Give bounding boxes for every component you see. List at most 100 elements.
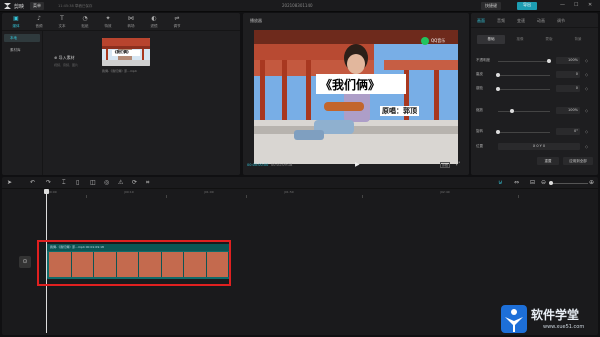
play-icon[interactable]: ▶ (355, 161, 360, 168)
subtab-mask[interactable]: 蒙版 (535, 35, 563, 44)
scale-value[interactable]: 100% (556, 107, 580, 114)
keyframe-icon[interactable]: ◇ (585, 72, 588, 77)
shortcut-button[interactable]: 快捷键 (481, 2, 501, 10)
smooth-value[interactable]: 0 (556, 71, 580, 78)
player-panel: 播放器 《我们俩》 原唱：郭顶 QQ音乐 00:00:00:00 00:01:0… (243, 13, 469, 175)
apply-all-button[interactable]: 应用到全部 (563, 157, 593, 165)
fullscreen-icon[interactable]: ⤢ (456, 161, 460, 167)
redo-icon[interactable]: ↷ (46, 179, 51, 186)
link-icon[interactable]: ⇔ (514, 179, 519, 186)
tool-sticker[interactable]: ◔ 贴纸 (75, 15, 95, 29)
sidenav-item-local[interactable]: 本地 (4, 34, 40, 42)
tab-adjust[interactable]: 调节 (557, 18, 565, 24)
player-title: 播放器 (250, 18, 262, 23)
tab-picture[interactable]: 画面 (477, 18, 485, 24)
subtab-chroma[interactable]: 抠像 (506, 35, 534, 44)
tool-label: 滤镜 (150, 24, 158, 28)
split-icon[interactable]: ⌶ (62, 179, 66, 187)
keyframe-icon[interactable]: ◇ (585, 108, 588, 113)
mirror-icon[interactable]: ⚠ (118, 179, 123, 186)
position-value[interactable]: X 0 Y 0 (498, 143, 580, 150)
slim-value[interactable]: 0 (556, 85, 580, 92)
zoom-knob[interactable] (549, 181, 553, 185)
audio-icon: ♪ (37, 15, 41, 22)
import-button[interactable]: ⊕ 导入素材 (54, 55, 92, 61)
scale-label: 缩放 (476, 108, 483, 112)
preview-axis-icon[interactable]: ⊟ (530, 179, 535, 186)
zoom-slider[interactable] (550, 183, 588, 184)
media-thumbnail[interactable]: 《我们俩》 (102, 38, 150, 66)
autosave-status: 11:45:38 草稿已保存 (58, 4, 93, 8)
freeze-icon[interactable]: ◫ (90, 179, 96, 186)
zoom-in-icon[interactable]: ⊕ (589, 179, 594, 186)
slim-slider[interactable] (498, 89, 550, 90)
opacity-label: 不透明度 (476, 58, 490, 62)
tab-animation[interactable]: 动画 (537, 18, 545, 24)
slider-knob[interactable] (547, 59, 551, 63)
close-icon[interactable]: ✕ (588, 2, 592, 8)
keyframe-icon[interactable]: ◇ (585, 129, 588, 134)
select-icon[interactable]: ➤ (7, 179, 12, 186)
tool-effects[interactable]: ✦ 特效 (98, 15, 118, 29)
rotate-slider[interactable] (498, 132, 550, 133)
media-filename: 我俩-《我们俩》原...mp4 (102, 69, 137, 73)
zoom-out-icon[interactable]: ⊖ (541, 179, 546, 186)
slider-knob[interactable] (496, 130, 500, 134)
delete-icon[interactable]: ▯ (76, 179, 79, 186)
import-label: 导入素材 (58, 55, 75, 60)
rotate-value[interactable]: 0° (556, 128, 580, 135)
smooth-slider[interactable] (498, 75, 550, 76)
tab-audio[interactable]: 音频 (497, 18, 505, 24)
ruler-tick (86, 195, 87, 198)
cover-icon[interactable]: ⊙ (19, 256, 31, 268)
import-hint: 视频、音频、图片 (54, 63, 79, 67)
smooth-label: 磨皮 (476, 72, 483, 76)
ratio-button[interactable]: 原始 (440, 162, 451, 168)
video-preview[interactable]: 《我们俩》 原唱：郭顶 QQ音乐 (254, 30, 458, 164)
effects-icon: ✦ (105, 15, 111, 22)
tool-text[interactable]: T 文本 (52, 15, 72, 29)
slider-knob[interactable] (510, 109, 514, 113)
reverse-icon[interactable]: ◎ (104, 179, 109, 186)
slider-knob[interactable] (496, 87, 500, 91)
scale-row: 缩放 100% ◇ (476, 107, 593, 115)
subtab-background[interactable]: 背景 (564, 35, 592, 44)
export-button[interactable]: 导出 (517, 2, 537, 10)
title-bar: 剪映 菜单 11:45:38 草稿已保存 202108301140 快捷键 导出… (0, 0, 600, 12)
tool-audio[interactable]: ♪ 音频 (29, 15, 49, 29)
sidenav-item-library[interactable]: 素材库 (4, 46, 40, 54)
import-area[interactable]: ⊕ 导入素材 视频、音频、图片 (54, 55, 92, 67)
tab-speed[interactable]: 变速 (517, 18, 525, 24)
ruler-label: |01:00 (204, 190, 214, 194)
properties-panel: 画面 音频 变速 动画 调节 基础 抠像 蒙版 背景 不透明度 100% ◇ 磨… (471, 13, 598, 175)
keyframe-icon[interactable]: ◇ (585, 144, 588, 149)
magnet-icon[interactable]: ⊍ (498, 179, 502, 186)
timeline-ruler[interactable]: 00:00 |00:10 |01:00 |01:50 |02:40 (46, 189, 598, 199)
keyframe-icon[interactable]: ◇ (585, 58, 588, 63)
maximize-icon[interactable]: ☐ (574, 2, 578, 8)
watermark-text: 软件学堂 (531, 308, 580, 322)
rotate-icon[interactable]: ⟳ (132, 179, 137, 186)
reset-button[interactable]: 重置 (537, 157, 559, 165)
tool-media[interactable]: ▣ 媒体 (6, 15, 26, 29)
minimize-icon[interactable]: — (560, 2, 565, 8)
menu-button[interactable]: 菜单 (30, 2, 44, 10)
divider (471, 27, 598, 28)
opacity-slider[interactable] (498, 61, 550, 62)
current-time: 00:00:00:00 (247, 163, 269, 167)
undo-icon[interactable]: ↶ (30, 179, 35, 186)
playhead-handle[interactable] (44, 189, 49, 194)
watermark: 软件学堂 www.xue51.com (501, 303, 598, 335)
scale-slider[interactable] (498, 111, 550, 112)
tool-transition[interactable]: ⋈ 转场 (121, 15, 141, 29)
opacity-row: 不透明度 100% ◇ (476, 57, 593, 65)
tool-adjust[interactable]: ⇌ 调节 (167, 15, 187, 29)
video-caption-sub: 原唱：郭顶 (380, 106, 419, 116)
slider-knob[interactable] (496, 73, 500, 77)
keyframe-icon[interactable]: ◇ (585, 86, 588, 91)
opacity-value[interactable]: 100% (556, 57, 580, 64)
tool-filter[interactable]: ◐ 滤镜 (144, 15, 164, 29)
crop-icon[interactable]: ⌗ (146, 179, 149, 187)
subtab-basic[interactable]: 基础 (477, 35, 505, 44)
ruler-label: 00:00 (48, 190, 57, 194)
